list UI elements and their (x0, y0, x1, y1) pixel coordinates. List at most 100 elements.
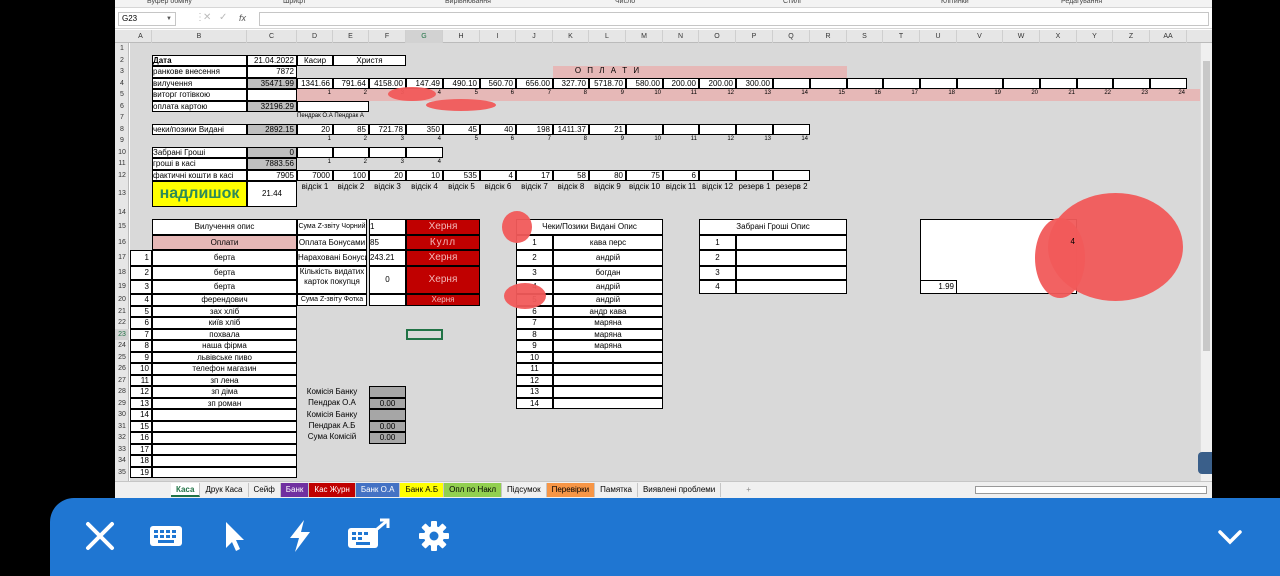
actual-dept-value[interactable]: 80 (589, 169, 626, 181)
commission-total-value[interactable]: 0.00 (369, 432, 406, 444)
column-header[interactable]: W (1003, 30, 1040, 43)
row-header[interactable]: 23 (115, 328, 129, 340)
actual-dept-value[interactable]: 535 (443, 169, 480, 181)
sheet-grid[interactable]: Дата 21.04.2022 Касир Христя ранкове внесенн… (130, 43, 1200, 481)
column-header[interactable]: O (699, 30, 736, 43)
z-black-value[interactable]: 1 (369, 218, 406, 235)
taken-desc-item[interactable] (736, 279, 847, 294)
checks-desc-item[interactable]: маряна (553, 317, 663, 329)
column-header[interactable]: N (663, 30, 699, 43)
withdraw-desc-item[interactable] (152, 420, 297, 432)
actual-dept-value[interactable] (699, 169, 736, 181)
withdraw-value[interactable]: 560.70 (480, 77, 516, 89)
row-header[interactable]: 33 (115, 444, 129, 456)
checks-desc-item[interactable] (553, 363, 663, 375)
column-header[interactable]: Q (773, 30, 810, 43)
checks-desc-item[interactable]: андрій (553, 279, 663, 294)
check-value[interactable] (663, 123, 699, 135)
column-header[interactable]: S (847, 30, 883, 43)
empty-cell[interactable] (773, 77, 810, 89)
withdraw-value[interactable]: 300.00 (736, 77, 773, 89)
commission-bank1-value[interactable]: 0.00 (369, 397, 406, 409)
withdraw-value[interactable]: 656.00 (516, 77, 553, 89)
checks-desc-item[interactable]: андрій (553, 249, 663, 266)
formula-input[interactable] (259, 12, 1209, 26)
commission-bank2-value[interactable]: 0.00 (369, 420, 406, 432)
withdraw-desc-item[interactable]: зах хліб (152, 305, 297, 317)
card-split[interactable] (297, 100, 369, 112)
checks-desc-item[interactable] (553, 374, 663, 386)
sheet-tab[interactable]: Каса (171, 483, 201, 497)
row-header[interactable]: 2 (115, 55, 129, 67)
enter-icon[interactable]: ✓ (219, 12, 227, 24)
column-header[interactable]: D (297, 30, 333, 43)
empty-cell[interactable] (920, 77, 957, 89)
withdraw-desc-item[interactable]: берта (152, 249, 297, 266)
vertical-scrollbar[interactable] (1200, 43, 1212, 481)
withdraw-value[interactable]: 490.10 (443, 77, 480, 89)
withdraw-desc-item[interactable]: зп лена (152, 374, 297, 386)
commission-bank1-gray[interactable] (369, 386, 406, 398)
empty-cell[interactable] (810, 77, 847, 89)
withdraw-desc-item[interactable] (152, 443, 297, 455)
row-header[interactable]: 6 (115, 101, 129, 113)
row-header[interactable]: 7 (115, 112, 129, 124)
row-header[interactable]: 22 (115, 317, 129, 329)
empty-cell[interactable] (883, 77, 920, 89)
column-header[interactable]: R (810, 30, 847, 43)
column-header[interactable]: X (1040, 30, 1077, 43)
column-header[interactable]: F (369, 30, 406, 43)
checks-desc-item[interactable]: кава перс (553, 234, 663, 250)
withdraw-desc-item[interactable]: зп діма (152, 386, 297, 398)
withdraw-desc-item[interactable] (152, 455, 297, 467)
check-value[interactable]: 45 (443, 123, 480, 135)
row-header[interactable]: 18 (115, 266, 129, 280)
row-header[interactable]: 16 (115, 235, 129, 250)
date-value[interactable]: 21.04.2022 (247, 54, 297, 66)
column-header[interactable]: K (553, 30, 589, 43)
check-value[interactable]: 40 (480, 123, 516, 135)
row-header[interactable]: 4 (115, 78, 129, 90)
actual-dept-value[interactable]: 17 (516, 169, 553, 181)
row-header[interactable]: 5 (115, 89, 129, 101)
actual-dept-value[interactable]: 6 (663, 169, 699, 181)
actual-dept-value[interactable] (736, 169, 773, 181)
sheet-tab[interactable]: Кас Журн (309, 483, 356, 497)
row-header[interactable]: 26 (115, 363, 129, 375)
close-icon[interactable] (80, 516, 120, 556)
cancel-icon[interactable]: ✕ (203, 12, 211, 24)
taken-cell[interactable] (369, 146, 406, 158)
sheet-tab[interactable]: Виявлені проблеми (637, 483, 722, 497)
horizontal-scrollbar[interactable] (975, 486, 1207, 494)
column-header[interactable]: A (130, 30, 152, 43)
tab-nav-arrows[interactable] (119, 483, 169, 497)
check-value[interactable]: 721.78 (369, 123, 406, 135)
sheet-tab[interactable]: Сейф (248, 483, 281, 497)
row-header[interactable]: 27 (115, 375, 129, 387)
actual-dept-value[interactable]: 7000 (297, 169, 333, 181)
sheet-tab[interactable]: Банк (280, 483, 310, 497)
checks-desc-item[interactable]: андр кава (553, 305, 663, 317)
withdraw-value[interactable]: 200.00 (663, 77, 699, 89)
withdraw-desc-item[interactable]: ферендович (152, 293, 297, 306)
check-value[interactable]: 1411.37 (553, 123, 589, 135)
keyboard-send-icon[interactable] (346, 516, 390, 556)
withdraw-desc-item[interactable]: київ хліб (152, 317, 297, 329)
checks-desc-item[interactable] (553, 397, 663, 409)
empty-cell[interactable] (1077, 77, 1113, 89)
sheet-tab[interactable]: Памятка (595, 483, 638, 497)
sheet-tab[interactable]: Опл по Накл (444, 483, 503, 497)
column-header[interactable]: Y (1077, 30, 1113, 43)
withdraw-desc-item[interactable]: наша фірма (152, 340, 297, 352)
withdraw-value[interactable]: 580.00 (626, 77, 663, 89)
column-header[interactable]: G (406, 30, 443, 43)
column-header[interactable]: H (443, 30, 480, 43)
row-header[interactable]: 15 (115, 219, 129, 235)
actual-value[interactable]: 7905 (247, 169, 297, 181)
check-value[interactable]: 21 (589, 123, 626, 135)
sheet-tab[interactable]: Банк О.А (355, 483, 401, 497)
actual-dept-value[interactable] (773, 169, 810, 181)
checks-desc-item[interactable]: богдан (553, 265, 663, 280)
actual-dept-value[interactable]: 10 (406, 169, 443, 181)
column-header[interactable]: M (626, 30, 663, 43)
